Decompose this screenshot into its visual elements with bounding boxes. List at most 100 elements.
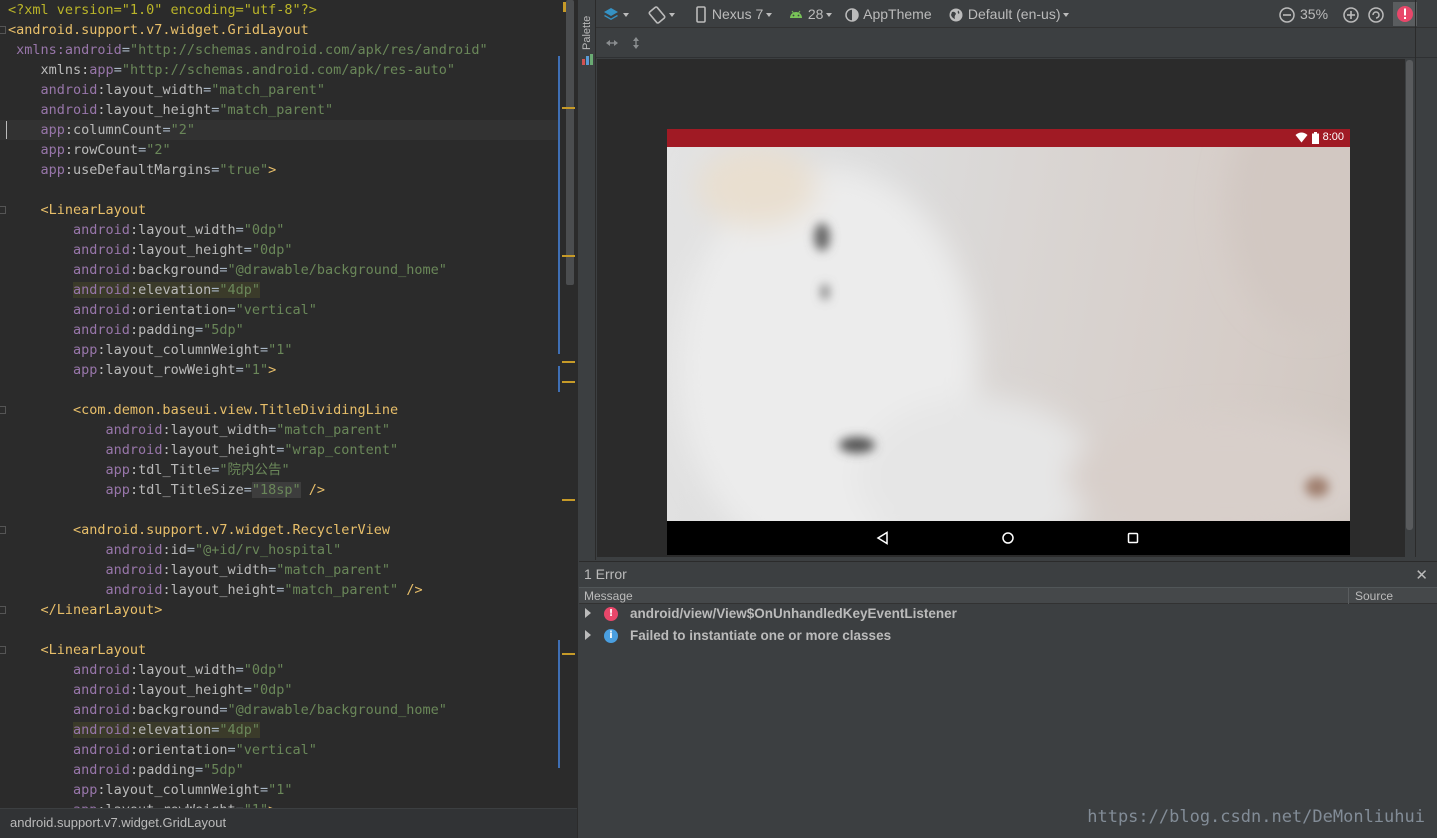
code-line[interactable] bbox=[0, 180, 8, 200]
device-preview[interactable]: 8:00 bbox=[667, 129, 1350, 555]
code-line[interactable]: xmlns:app="http://schemas.android.com/ap… bbox=[0, 60, 456, 80]
fold-marker[interactable] bbox=[0, 406, 6, 414]
code-line[interactable]: android:background="@drawable/background… bbox=[0, 260, 447, 280]
fold-marker[interactable] bbox=[0, 646, 6, 654]
code-token: "http://schemas.android.com/apk/res-auto… bbox=[121, 62, 456, 78]
code-line[interactable]: <LinearLayout bbox=[0, 640, 147, 660]
code-line[interactable]: <android.support.v7.widget.RecyclerView bbox=[0, 520, 390, 540]
code-line[interactable]: app:rowCount="2" bbox=[0, 140, 171, 160]
code-line[interactable]: android:elevation="4dp" bbox=[0, 280, 260, 300]
code-line[interactable]: android:padding="5dp" bbox=[0, 320, 244, 340]
warning-marker[interactable] bbox=[562, 255, 575, 257]
code-token: = bbox=[138, 142, 147, 158]
orientation-button[interactable] bbox=[648, 4, 675, 25]
code-line[interactable]: app:tdl_Title="院内公告" bbox=[0, 460, 290, 480]
back-icon[interactable] bbox=[876, 531, 890, 545]
fold-marker[interactable] bbox=[0, 206, 6, 214]
code-line[interactable]: android:layout_width="match_parent" bbox=[0, 420, 391, 440]
code-line[interactable]: app:layout_rowWeight="1"> bbox=[0, 360, 276, 380]
code-line[interactable]: app:layout_rowWeight="1"> bbox=[0, 800, 276, 808]
code-area[interactable]: <?xml version="1.0" encoding="utf-8"?> <a… bbox=[0, 0, 560, 808]
code-line[interactable]: android:layout_height="wrap_content" bbox=[0, 440, 399, 460]
code-token: :background bbox=[129, 702, 220, 718]
code-line[interactable]: android:background="@drawable/background… bbox=[0, 700, 447, 720]
resize-vertical-button[interactable] bbox=[628, 32, 644, 52]
code-line[interactable]: <android.support.v7.widget.GridLayout bbox=[0, 20, 309, 40]
code-line[interactable]: android:layout_height="match_parent" bbox=[0, 100, 334, 120]
code-line[interactable]: android:layout_width="0dp" bbox=[0, 660, 284, 680]
code-line[interactable]: android:padding="5dp" bbox=[0, 760, 244, 780]
code-line[interactable]: app:useDefaultMargins="true"> bbox=[0, 160, 277, 180]
code-line[interactable] bbox=[0, 500, 8, 520]
theme-selector[interactable]: AppTheme bbox=[844, 4, 932, 24]
code-line[interactable]: android:layout_height="0dp" bbox=[0, 680, 292, 700]
fold-marker[interactable] bbox=[0, 26, 6, 34]
close-icon[interactable]: ✕ bbox=[1415, 566, 1428, 584]
fold-marker[interactable] bbox=[0, 606, 6, 614]
code-token: "vertical" bbox=[235, 742, 317, 758]
code-line[interactable]: android:orientation="vertical" bbox=[0, 740, 317, 760]
zoom-fit-button[interactable] bbox=[1367, 4, 1385, 24]
code-line[interactable]: android:layout_width="match_parent" bbox=[0, 80, 326, 100]
device-name: Nexus 7 bbox=[711, 6, 764, 22]
code-line[interactable]: android:layout_height="0dp" bbox=[0, 240, 292, 260]
design-surface-button[interactable] bbox=[602, 4, 629, 24]
expand-arrow-icon[interactable] bbox=[585, 608, 591, 618]
code-line[interactable]: android:id="@+id/rv_hospital" bbox=[0, 540, 342, 560]
device-screen-background[interactable] bbox=[667, 147, 1350, 521]
code-line[interactable]: app:tdl_TitleSize="18sp" /> bbox=[0, 480, 325, 500]
code-line[interactable]: </LinearLayout> bbox=[0, 600, 163, 620]
code-token: "18sp" bbox=[251, 482, 301, 498]
warning-marker[interactable] bbox=[562, 107, 575, 109]
code-token: :layout_columnWeight bbox=[97, 782, 260, 798]
code-line[interactable]: android:layout_height="match_parent" /> bbox=[0, 580, 423, 600]
error-indicator-button[interactable] bbox=[1393, 2, 1417, 26]
canvas-scrollbar-thumb[interactable] bbox=[1406, 60, 1413, 530]
home-icon[interactable] bbox=[1001, 531, 1015, 545]
code-line[interactable]: app:columnCount="2" bbox=[0, 120, 560, 140]
warning-marker[interactable] bbox=[562, 499, 575, 501]
code-line[interactable]: <com.demon.baseui.view.TitleDividingLine bbox=[0, 400, 398, 420]
code-token: android bbox=[40, 102, 98, 118]
code-line[interactable]: android:orientation="vertical" bbox=[0, 300, 317, 320]
column-source[interactable]: Source bbox=[1355, 589, 1393, 603]
error-row[interactable]: ! android/view/View$OnUnhandledKeyEventL… bbox=[579, 604, 1437, 626]
code-line[interactable]: <?xml version="1.0" encoding="utf-8"?> bbox=[0, 0, 317, 20]
code-token: :layout_height bbox=[129, 682, 244, 698]
locale-selector[interactable]: Default (en-us) bbox=[948, 4, 1070, 24]
column-divider[interactable] bbox=[1348, 588, 1349, 605]
zoom-in-button[interactable] bbox=[1342, 4, 1360, 24]
code-line[interactable]: app:layout_columnWeight="1" bbox=[0, 340, 292, 360]
code-line[interactable]: xmlns:android="http://schemas.android.co… bbox=[0, 40, 487, 60]
code-token: = bbox=[243, 242, 252, 258]
palette-label[interactable]: Palette bbox=[581, 16, 593, 50]
warning-marker[interactable] bbox=[562, 653, 575, 655]
palette-tab[interactable]: Palette bbox=[578, 0, 596, 560]
warning-marker[interactable] bbox=[562, 361, 575, 363]
code-line[interactable]: android:layout_width="match_parent" bbox=[0, 560, 391, 580]
breadcrumb-item[interactable]: android.support.v7.widget.GridLayout bbox=[10, 815, 226, 830]
code-line[interactable]: app:layout_columnWeight="1" bbox=[0, 780, 292, 800]
resize-horizontal-button[interactable] bbox=[604, 32, 620, 52]
fold-marker[interactable] bbox=[0, 526, 6, 534]
zoom-out-button[interactable] bbox=[1278, 4, 1296, 24]
code-line[interactable]: android:layout_width="0dp" bbox=[0, 220, 284, 240]
recents-icon[interactable] bbox=[1126, 531, 1140, 545]
device-selector[interactable]: Nexus 7 bbox=[694, 4, 773, 24]
breadcrumb[interactable]: android.support.v7.widget.GridLayout bbox=[0, 808, 577, 838]
code-token: android bbox=[105, 422, 163, 438]
api-level-selector[interactable]: 28 bbox=[788, 4, 833, 24]
code-line[interactable]: android:elevation="4dp" bbox=[0, 720, 260, 740]
code-editor[interactable]: <?xml version="1.0" encoding="utf-8"?> <a… bbox=[0, 0, 577, 838]
warning-marker[interactable] bbox=[562, 381, 575, 383]
info-row[interactable]: i Failed to instantiate one or more clas… bbox=[579, 626, 1437, 648]
code-line[interactable] bbox=[0, 620, 8, 640]
error-badge-icon bbox=[1393, 2, 1417, 26]
code-line[interactable] bbox=[0, 380, 8, 400]
code-line[interactable]: <LinearLayout bbox=[0, 200, 147, 220]
expand-arrow-icon[interactable] bbox=[585, 630, 591, 640]
column-message[interactable]: Message bbox=[584, 589, 633, 603]
editor-scrollbar[interactable] bbox=[566, 0, 574, 285]
code-token: "2" bbox=[146, 142, 171, 158]
